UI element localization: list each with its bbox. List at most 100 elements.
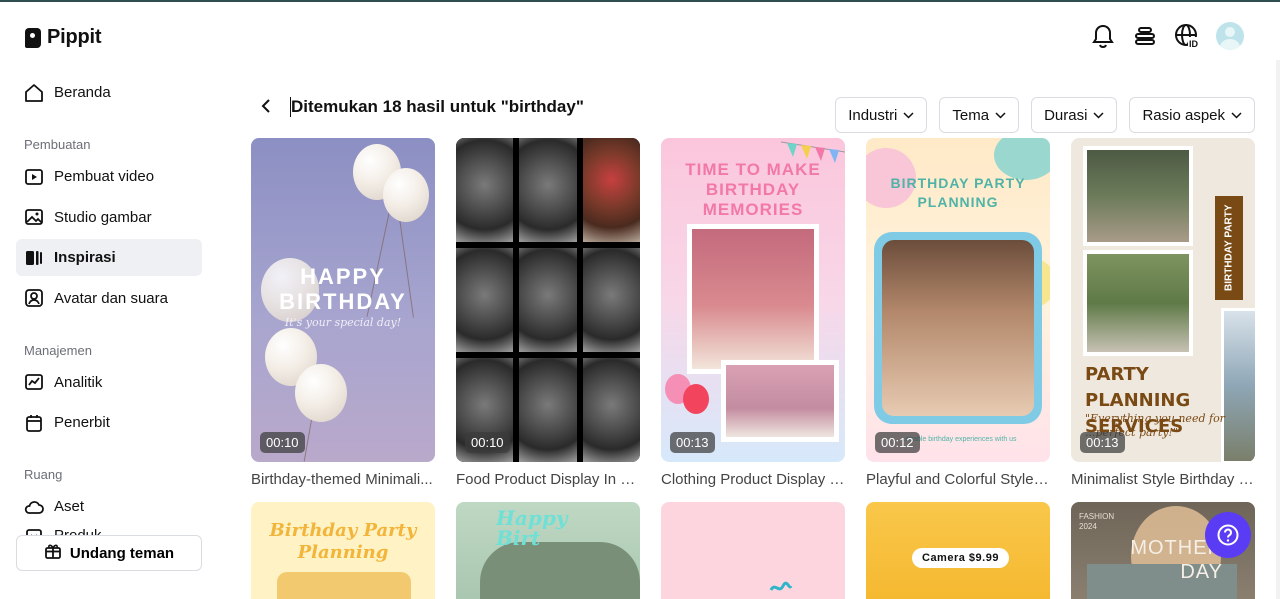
template-thumbnail[interactable] — [661, 502, 845, 599]
invite-friends-button[interactable]: Undang teman — [16, 535, 202, 571]
thumbnail-title: Birthday Party Planning — [269, 520, 417, 563]
cake-photo — [456, 248, 514, 352]
cake-photo — [582, 248, 640, 352]
photo-frame — [687, 224, 819, 374]
party-photo — [1087, 254, 1189, 352]
party-photo — [1087, 150, 1189, 242]
template-card[interactable]: Camera $9.99 — [866, 502, 1050, 599]
kids-cake-photo — [882, 240, 1034, 416]
girl-cake-photo — [726, 365, 834, 437]
bell-icon[interactable] — [1090, 23, 1116, 49]
template-card[interactable]: HAPPY BIRTHDAY It's your special day! 00… — [251, 138, 435, 488]
section-label-manajemen: Manajemen — [24, 342, 92, 358]
sidebar-item-beranda[interactable]: Beranda — [16, 74, 202, 111]
question-help-icon — [1217, 524, 1239, 546]
pippit-logo-icon — [25, 27, 41, 48]
sidebar: Beranda Pembuatan Pembuat video Studio g… — [16, 74, 202, 546]
template-card[interactable]: 00:10 Food Product Display In S... — [456, 138, 640, 488]
photo-frame — [1083, 146, 1193, 246]
template-thumbnail[interactable]: Birthday Party Planning — [251, 502, 435, 599]
sidebar-item-penerbit[interactable]: Penerbit — [16, 404, 202, 441]
header-actions: ID — [1090, 22, 1244, 50]
template-thumbnail[interactable]: HAPPY BIRTHDAY It's your special day! 00… — [251, 138, 435, 462]
template-card[interactable]: BIRTHDAY PARTY PARTY PLANNING SERVICES "… — [1071, 138, 1255, 488]
filter-label: Tema — [952, 106, 990, 124]
template-thumbnail[interactable]: BIRTHDAY PARTY PARTY PLANNING SERVICES "… — [1071, 138, 1255, 462]
balloon-image — [295, 364, 347, 422]
inspiration-icon — [24, 248, 44, 268]
template-card[interactable]: Birthday Party Planning — [251, 502, 435, 599]
template-card[interactable]: TIME TO MAKE BIRTHDAY MEMORIES 00:13 Clo… — [661, 138, 845, 488]
filter-industri[interactable]: Industri — [835, 97, 928, 133]
price-tag: Camera $9.99 — [912, 548, 1009, 568]
photo-frame — [721, 360, 839, 442]
filter-rasio-aspek[interactable]: Rasio aspek — [1129, 97, 1255, 133]
template-thumbnail[interactable]: BIRTHDAY PARTY PLANNING ...ettable birth… — [866, 138, 1050, 462]
sidebar-item-label: Analitik — [54, 373, 103, 391]
filter-label: Durasi — [1044, 106, 1088, 124]
template-thumbnail[interactable]: Happy Birt — [456, 502, 640, 599]
template-thumbnail[interactable]: Camera $9.99 — [866, 502, 1050, 599]
filter-label: Rasio aspek — [1142, 106, 1225, 124]
page-scrollbar[interactable] — [1276, 60, 1280, 599]
sidebar-item-avatar-dan-suara[interactable]: Avatar dan suara — [16, 280, 202, 317]
cake-photo — [519, 248, 577, 352]
globe-language-icon[interactable]: ID — [1174, 23, 1200, 49]
template-card[interactable] — [661, 502, 845, 599]
filter-bar: Industri Tema Durasi Rasio aspek — [835, 97, 1255, 133]
photo-frame — [277, 572, 411, 599]
thumbnail-subtitle: It's your special day! — [284, 316, 402, 329]
template-title: Food Product Display In S... — [456, 471, 640, 488]
section-label-pembuatan: Pembuatan — [24, 137, 91, 152]
balloon-image — [480, 542, 640, 599]
chevron-left-icon — [261, 99, 270, 113]
analytics-icon — [24, 372, 44, 392]
help-button[interactable] — [1205, 512, 1251, 558]
duration-badge: 00:10 — [465, 432, 510, 453]
chevron-down-icon — [1231, 111, 1242, 119]
filter-label: Industri — [848, 106, 898, 124]
sidebar-item-studio-gambar[interactable]: Studio gambar — [16, 199, 202, 236]
thumbnail-title: TIME TO MAKE BIRTHDAY MEMORIES — [685, 160, 821, 219]
cake-photo — [582, 138, 640, 242]
cake-photo — [456, 138, 514, 242]
photo-frame — [874, 232, 1042, 424]
thumbnail-title: Happy Birt — [496, 506, 568, 550]
filter-durasi[interactable]: Durasi — [1031, 97, 1118, 133]
balloon-image — [683, 384, 709, 414]
photo-frame — [1083, 250, 1193, 356]
thumbnail-subtitle: FASHION 2024 — [1079, 512, 1115, 531]
cake-photo — [582, 358, 640, 462]
sidebar-item-label: Beranda — [54, 84, 111, 101]
sidebar-item-label: Inspirasi — [54, 249, 116, 266]
thumbnail-title: HAPPY BIRTHDAY — [279, 264, 407, 314]
sidebar-item-inspirasi[interactable]: Inspirasi — [16, 239, 202, 276]
duration-badge: 00:13 — [1080, 432, 1125, 453]
sidebar-item-label: Aset — [54, 498, 85, 515]
template-title: Playful and Colorful Style ... — [866, 471, 1050, 488]
chevron-down-icon — [903, 111, 914, 119]
duration-badge: 00:10 — [260, 432, 305, 453]
template-thumbnail[interactable]: TIME TO MAKE BIRTHDAY MEMORIES 00:13 — [661, 138, 845, 462]
language-badge: ID — [1189, 39, 1199, 49]
user-avatar[interactable] — [1216, 22, 1244, 50]
brand-logo[interactable]: Pippit — [25, 26, 102, 49]
girl-cake-photo — [692, 229, 814, 369]
sidebar-item-aset[interactable]: Aset — [16, 488, 202, 525]
template-title: Birthday-themed Minimali... — [251, 471, 433, 488]
video-create-icon — [24, 167, 44, 187]
stack-icon[interactable] — [1132, 23, 1158, 49]
sidebar-item-label: Avatar dan suara — [54, 289, 168, 307]
back-button[interactable] — [256, 96, 276, 116]
invite-label: Undang teman — [69, 544, 175, 562]
filter-tema[interactable]: Tema — [939, 97, 1020, 133]
template-thumbnail[interactable]: 00:10 — [456, 138, 640, 462]
template-card[interactable]: BIRTHDAY PARTY PLANNING ...ettable birth… — [866, 138, 1050, 488]
calendar-icon — [24, 413, 44, 433]
sidebar-item-label: Pembuat video — [54, 168, 155, 185]
cake-photo — [519, 358, 577, 462]
chevron-down-icon — [1093, 111, 1104, 119]
template-card[interactable]: Happy Birt — [456, 502, 640, 599]
sidebar-item-analitik[interactable]: Analitik — [16, 364, 202, 401]
sidebar-item-pembuat-video[interactable]: Pembuat video — [16, 158, 202, 195]
